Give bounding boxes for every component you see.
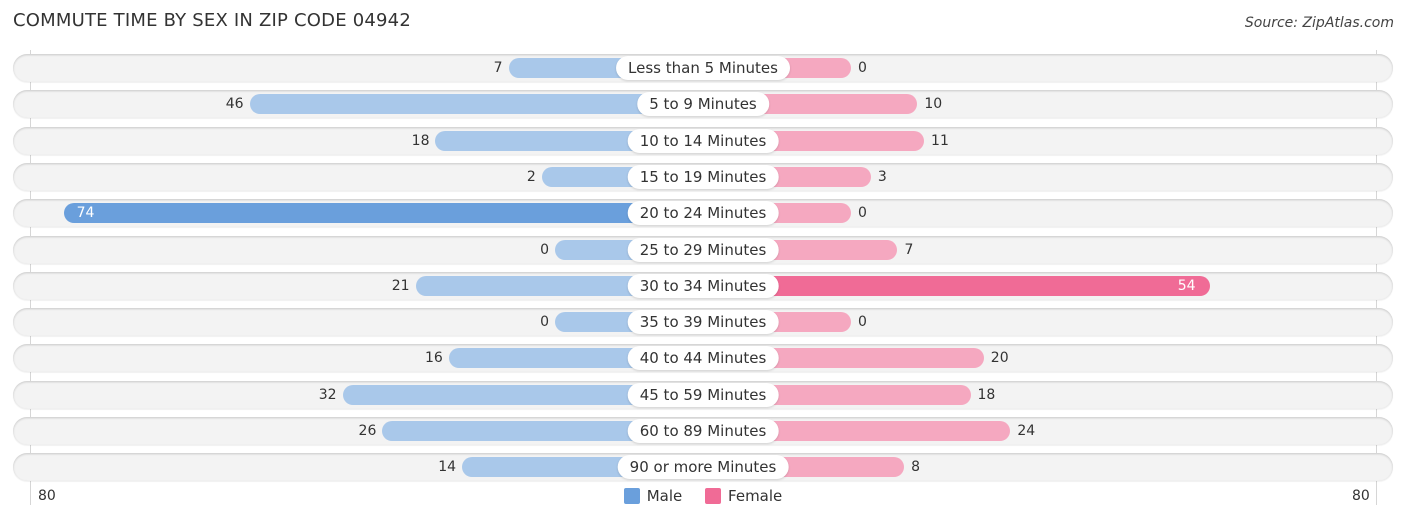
category-label: 5 to 9 Minutes	[637, 92, 769, 117]
value-label-male: 16	[424, 350, 443, 367]
bar-female[interactable]	[703, 275, 1210, 296]
value-label-female: 0	[858, 314, 867, 331]
bar-male[interactable]	[249, 94, 703, 115]
bar-male[interactable]	[63, 203, 703, 224]
category-label: 20 to 24 Minutes	[627, 201, 779, 226]
value-label-female: 11	[931, 132, 949, 149]
value-label-male: 18	[411, 132, 430, 149]
value-label-female: 0	[858, 205, 867, 222]
category-label: 45 to 59 Minutes	[627, 382, 779, 407]
source-credit: Source: ZipAtlas.com	[1244, 15, 1394, 31]
value-label-female: 8	[911, 459, 921, 476]
value-label-female: 10	[924, 96, 943, 113]
value-label-female: 20	[990, 350, 1009, 367]
chart: COMMUTE TIME BY SEX IN ZIP CODE 04942 So…	[0, 0, 1406, 523]
value-label-male: 0	[540, 241, 549, 258]
category-label: 15 to 19 Minutes	[627, 164, 779, 189]
category-label: 40 to 44 Minutes	[627, 346, 779, 371]
legend-swatch-female	[705, 488, 722, 504]
category-label: Less than 5 Minutes	[616, 56, 790, 80]
value-label-female: 7	[904, 241, 914, 258]
value-label-male: 26	[358, 423, 377, 439]
value-label-male: 14	[438, 459, 457, 476]
value-label-female: 0	[858, 60, 867, 76]
value-label-male: 0	[540, 314, 549, 331]
chart-title: COMMUTE TIME BY SEX IN ZIP CODE 04942	[13, 10, 411, 31]
value-label-male: 74	[76, 205, 95, 222]
value-label-female: 3	[877, 168, 887, 185]
category-label: 60 to 89 Minutes	[627, 419, 779, 443]
category-label: 25 to 29 Minutes	[627, 237, 779, 262]
legend-label-male: Male	[646, 487, 683, 505]
value-label-male: 7	[493, 60, 503, 76]
legend-item-male[interactable]: Male	[623, 487, 683, 505]
value-label-female: 54	[1177, 277, 1196, 294]
category-label: 10 to 14 Minutes	[627, 128, 779, 153]
value-label-female: 24	[1017, 423, 1036, 439]
value-label-male: 46	[225, 96, 244, 113]
value-label-male: 2	[526, 168, 536, 185]
legend-swatch-male	[623, 488, 640, 504]
value-label-male: 32	[318, 386, 337, 403]
category-label: 30 to 34 Minutes	[627, 273, 779, 298]
category-label: 90 or more Minutes	[617, 455, 789, 480]
category-label: 35 to 39 Minutes	[627, 310, 779, 335]
legend-label-female: Female	[728, 487, 783, 505]
value-label-female: 18	[977, 386, 996, 403]
legend-item-female[interactable]: Female	[705, 487, 782, 505]
value-label-male: 21	[391, 277, 410, 294]
legend: Male Female	[0, 487, 1406, 508]
